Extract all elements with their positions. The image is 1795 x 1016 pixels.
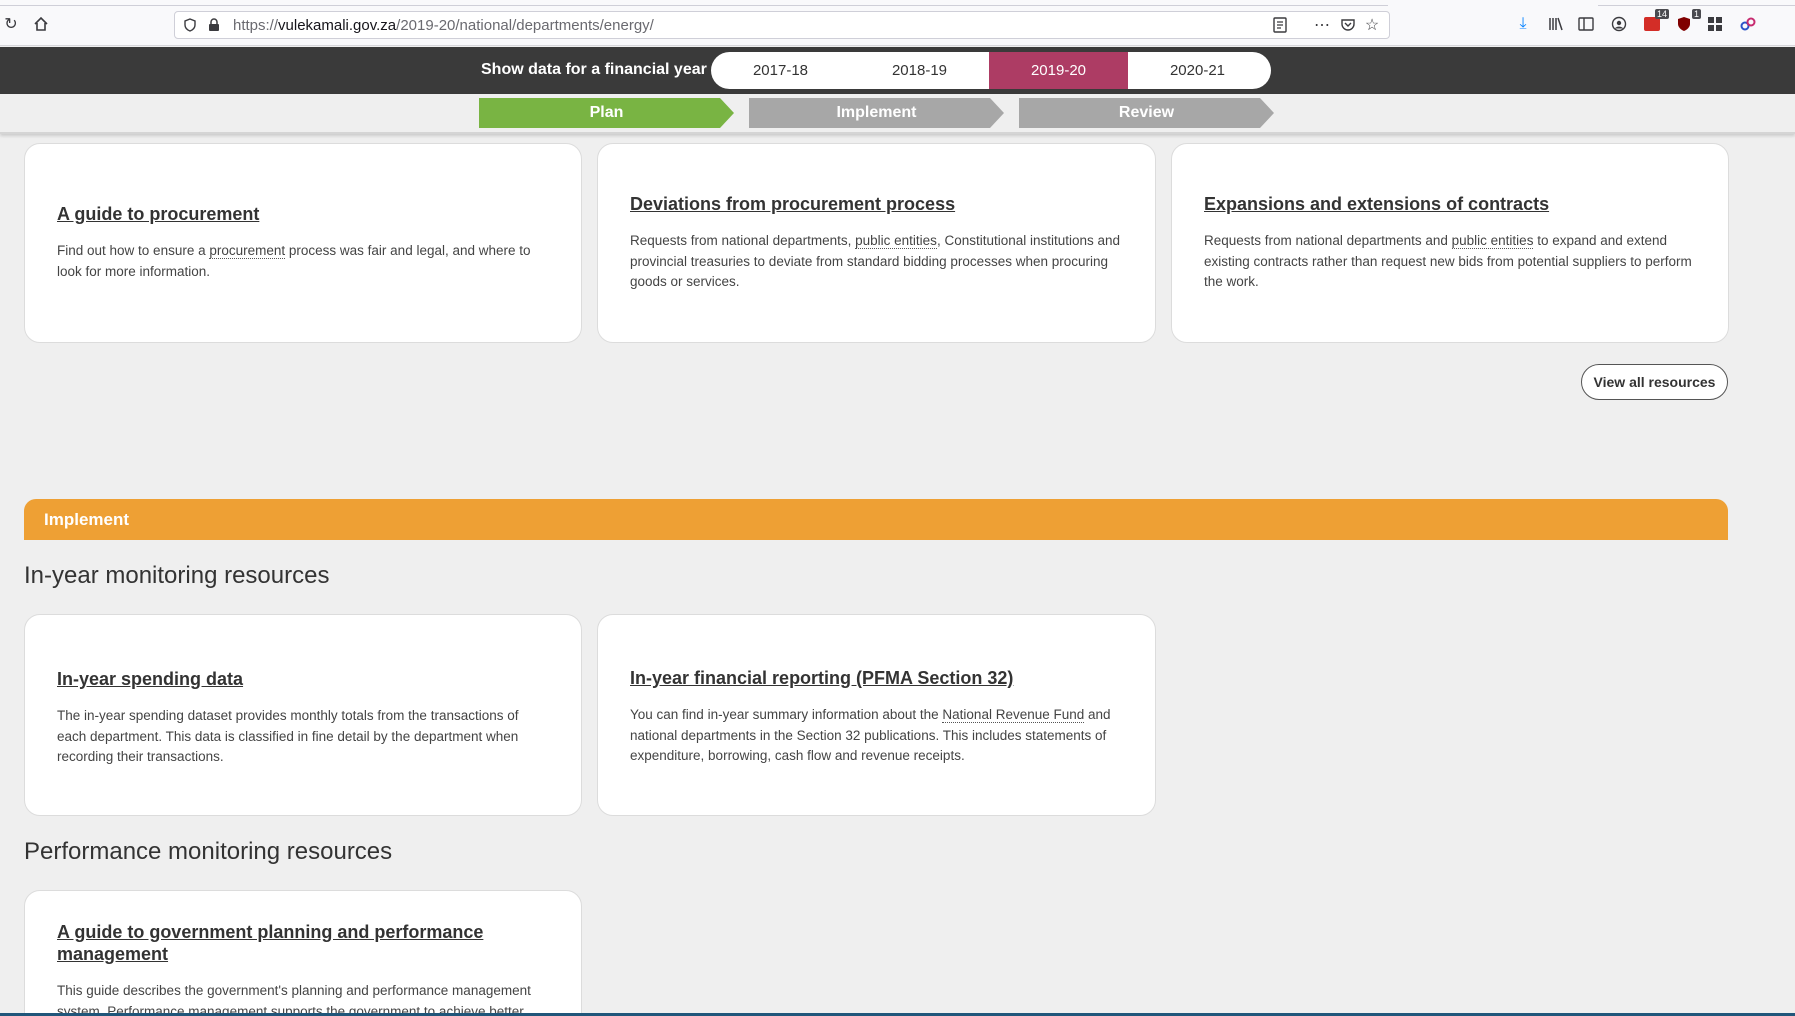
resource-title-link[interactable]: In-year spending data — [57, 668, 549, 690]
implement-section-banner: Implement — [24, 499, 1728, 540]
resource-card: Expansions and extensions of contracts R… — [1171, 143, 1729, 343]
tracking-shield-icon[interactable] — [179, 14, 201, 36]
reload-icon[interactable]: ↻ — [0, 13, 22, 35]
browser-toolbar: ↻ https://vulekamali.gov.za/2019-20/nati… — [0, 0, 1795, 46]
lock-icon[interactable] — [203, 14, 225, 36]
account-icon[interactable] — [1608, 13, 1630, 35]
tab-strip-right — [1598, 0, 1795, 6]
bookmark-star-icon[interactable]: ☆ — [1361, 14, 1383, 36]
glossary-term[interactable]: public entities — [1451, 233, 1534, 249]
financial-year-bar: Show data for a financial year 2017-18 2… — [0, 47, 1795, 94]
year-option-2020-21[interactable]: 2020-21 — [1128, 52, 1267, 89]
description-text: Find out how to ensure a — [57, 243, 210, 258]
tab-strip — [0, 0, 1388, 6]
home-icon[interactable] — [30, 13, 52, 35]
year-option-2019-20[interactable]: 2019-20 — [989, 52, 1128, 89]
sidebar-icon[interactable] — [1575, 13, 1597, 35]
resource-description: You can find in-year summary information… — [630, 705, 1123, 767]
library-icon[interactable] — [1545, 13, 1567, 35]
resource-description: Requests from national departments, publ… — [630, 231, 1123, 293]
description-text: Requests from national departments and — [1204, 233, 1452, 248]
resource-description: This guide describes the government's pl… — [57, 983, 531, 1016]
resource-description: The in-year spending dataset provides mo… — [57, 708, 519, 764]
performance-monitoring-heading: Performance monitoring resources — [24, 838, 393, 865]
view-all-resources-button[interactable]: View all resources — [1581, 364, 1728, 400]
addon-lastpass-icon[interactable]: 14 — [1641, 9, 1669, 35]
stage-review[interactable]: Review — [1019, 98, 1274, 128]
url-bar[interactable]: https://vulekamali.gov.za/2019-20/nation… — [174, 11, 1390, 39]
resource-title-link[interactable]: In-year financial reporting (PFMA Sectio… — [630, 667, 1123, 689]
resource-description: Find out how to ensure a procurement pro… — [57, 241, 549, 282]
financial-year-selector: 2017-18 2018-19 2019-20 2020-21 — [711, 52, 1271, 89]
resource-card: In-year spending data The in-year spendi… — [24, 614, 582, 816]
resource-card: In-year financial reporting (PFMA Sectio… — [597, 614, 1156, 816]
resource-title-link[interactable]: A guide to procurement — [57, 203, 549, 225]
year-option-2017-18[interactable]: 2017-18 — [711, 52, 850, 89]
resource-title-link[interactable]: Deviations from procurement process — [630, 193, 1123, 215]
resource-title-link[interactable]: A guide to government planning and perfo… — [57, 921, 549, 965]
stage-implement[interactable]: Implement — [749, 98, 1004, 128]
downloads-icon[interactable]: ⤓ — [1512, 13, 1534, 35]
addon-link-icon[interactable] — [1737, 13, 1759, 35]
in-year-monitoring-heading: In-year monitoring resources — [24, 562, 330, 589]
description-text: Requests from national departments, — [630, 233, 856, 248]
glossary-term[interactable]: National Revenue Fund — [942, 707, 1085, 723]
addon-ublock-icon[interactable]: 1 — [1673, 9, 1701, 35]
resource-card: A guide to procurement Find out how to e… — [24, 143, 582, 343]
budget-stage-bar: Plan Implement Review — [0, 94, 1795, 134]
financial-year-label: Show data for a financial year — [481, 61, 707, 78]
description-text: You can find in-year summary information… — [630, 707, 943, 722]
glossary-term[interactable]: procurement — [209, 243, 286, 259]
pocket-icon[interactable] — [1337, 14, 1359, 36]
url-text[interactable]: https://vulekamali.gov.za/2019-20/nation… — [233, 17, 654, 34]
year-option-2018-19[interactable]: 2018-19 — [850, 52, 989, 89]
addon-badge-count: 1 — [1691, 9, 1701, 19]
stage-plan[interactable]: Plan — [479, 98, 734, 128]
reader-view-icon[interactable] — [1269, 14, 1291, 36]
resource-description: Requests from national departments and p… — [1204, 231, 1696, 293]
resource-title-link[interactable]: Expansions and extensions of contracts — [1204, 193, 1696, 215]
addon-badge-count: 14 — [1654, 9, 1669, 19]
resource-card: A guide to government planning and perfo… — [24, 890, 582, 1016]
resource-card: Deviations from procurement process Requ… — [597, 143, 1156, 343]
addon-grid-icon[interactable] — [1704, 13, 1726, 35]
page-actions-icon[interactable]: ⋯ — [1311, 14, 1333, 36]
glossary-term[interactable]: public entities — [855, 233, 937, 249]
